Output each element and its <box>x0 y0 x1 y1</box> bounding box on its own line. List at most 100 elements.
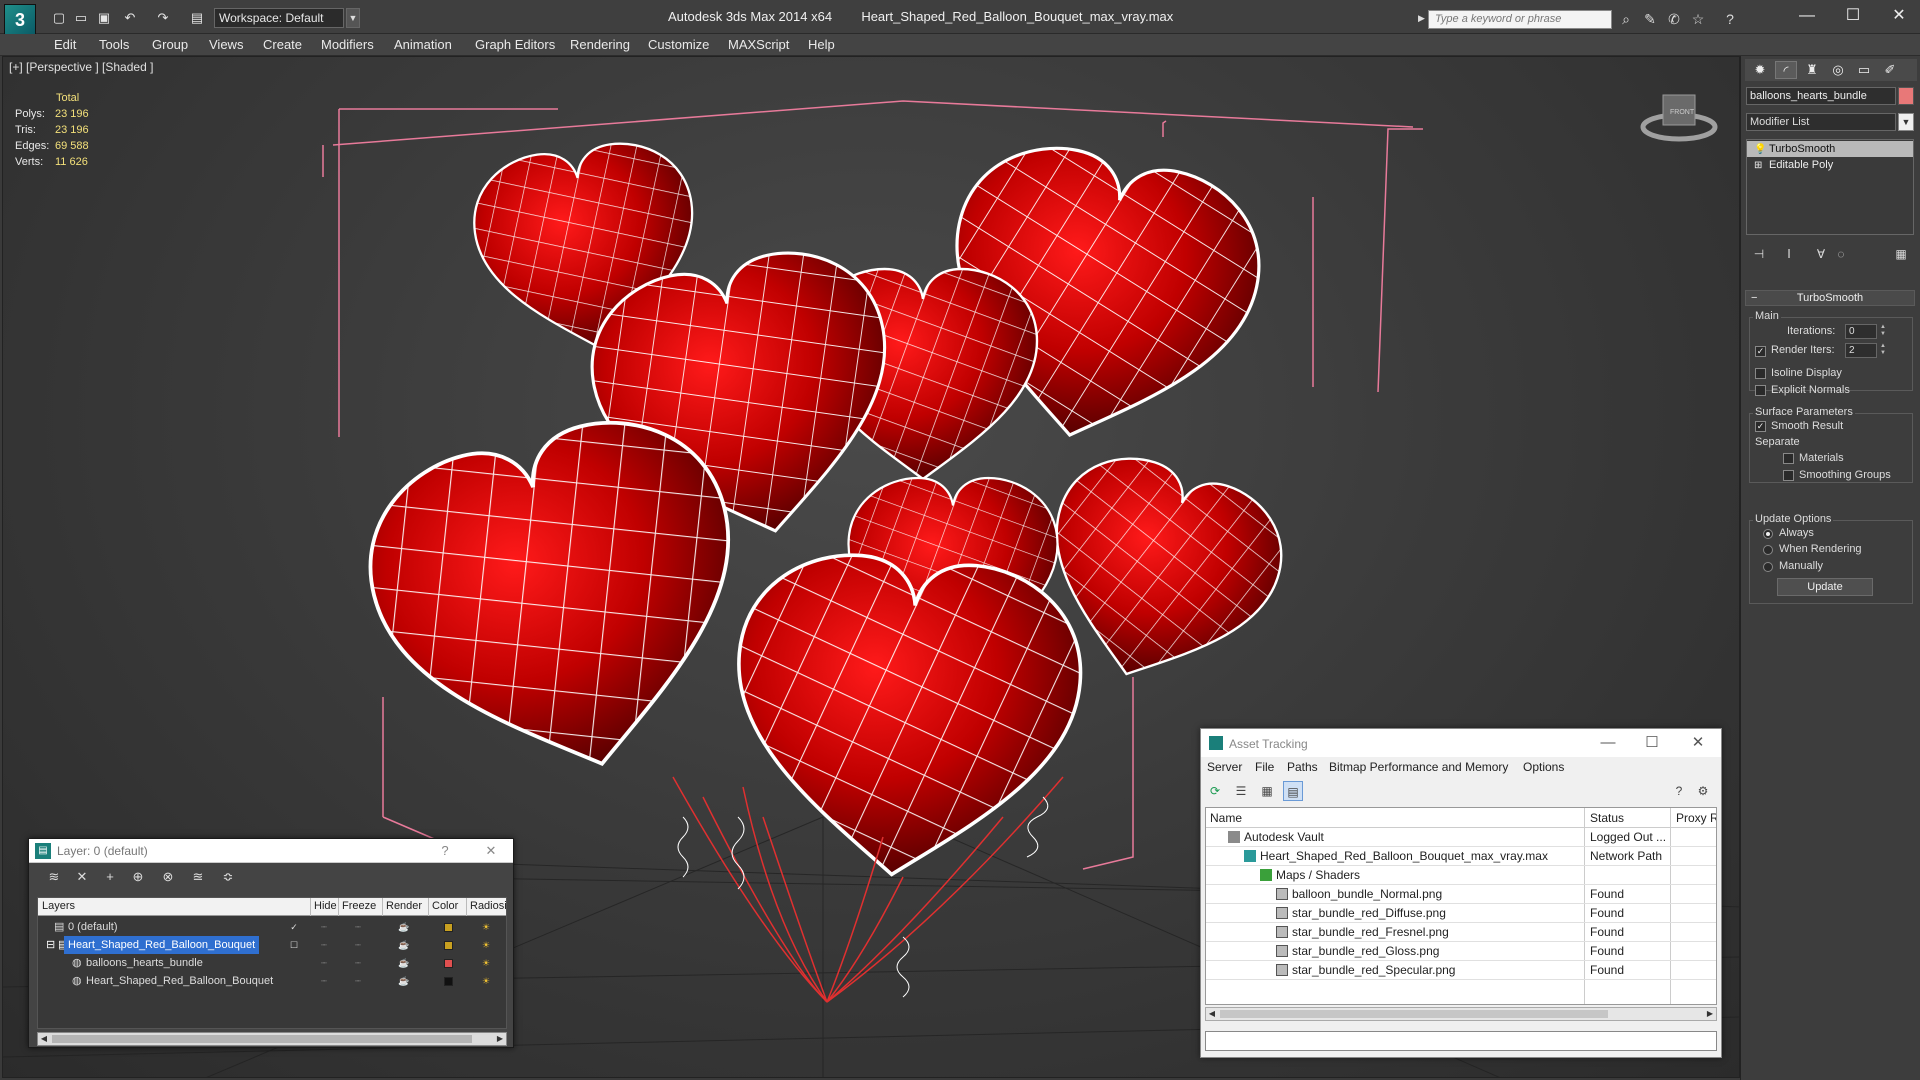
smooth-result-checkbox[interactable]: ✓ <box>1755 421 1766 432</box>
thumbnail-view-icon[interactable]: ▦ <box>1257 781 1277 801</box>
menu-customize[interactable]: Customize <box>648 37 709 52</box>
minimize-icon[interactable]: — <box>1591 732 1625 754</box>
collapse-icon[interactable]: − <box>1751 291 1757 305</box>
motion-tab-icon[interactable]: ◎ <box>1827 61 1849 79</box>
freeze-toggle[interactable]: ┈ <box>348 954 368 972</box>
heart-balloon-bouquet[interactable] <box>344 127 1302 892</box>
make-unique-icon[interactable]: ∀ <box>1811 244 1831 264</box>
freeze-all-icon[interactable]: ≎ <box>217 867 239 887</box>
menu-group[interactable]: Group <box>152 37 188 52</box>
column-header[interactable]: Layers <box>42 900 75 912</box>
menu-paths[interactable]: Paths <box>1287 760 1318 774</box>
expand-plus-icon[interactable]: ⊞ <box>1754 158 1762 174</box>
list-view-icon[interactable]: ☰ <box>1231 781 1251 801</box>
hide-toggle[interactable]: ┈ <box>314 972 334 990</box>
minimize-icon[interactable]: — <box>1784 4 1830 28</box>
render-toggle-icon[interactable]: ☕ <box>394 936 414 954</box>
column-header[interactable]: Radiosi <box>470 900 507 912</box>
object-color-swatch[interactable] <box>1898 87 1914 105</box>
refresh-icon[interactable]: ⟳ <box>1205 781 1225 801</box>
asset-row[interactable]: star_bundle_red_Specular.png Found <box>1206 961 1716 980</box>
lightbulb-icon[interactable]: 💡 <box>1754 142 1766 158</box>
menu-rendering[interactable]: Rendering <box>570 37 630 52</box>
create-layer-icon[interactable]: ≋ <box>43 867 65 887</box>
set-current-checkbox[interactable]: ☐ <box>286 936 302 954</box>
render-iters-spinner[interactable]: 2 <box>1845 343 1877 358</box>
maximize-icon[interactable]: ☐ <box>1635 732 1669 754</box>
configure-modifier-sets-icon[interactable]: ▦ <box>1891 244 1911 264</box>
dialog-title-bar[interactable]: ▤ Layer: 0 (default) ? ✕ <box>29 839 513 863</box>
hide-toggle[interactable]: ┈ <box>314 918 334 936</box>
layer-row[interactable]: ▤ 0 (default) ✓ ┈ ┈ ☕ ☀ <box>38 918 506 936</box>
add-to-layer-icon[interactable]: + <box>99 867 121 887</box>
column-header[interactable]: Status <box>1590 811 1624 825</box>
asset-row[interactable]: star_bundle_red_Gloss.png Found <box>1206 942 1716 961</box>
close-icon[interactable]: ✕ <box>1876 4 1920 28</box>
scroll-right-icon[interactable]: ▶ <box>494 1033 506 1045</box>
object-name-field[interactable]: balloons_hearts_bundle <box>1746 87 1896 105</box>
column-header[interactable]: Render <box>386 900 422 912</box>
column-divider[interactable] <box>428 898 429 916</box>
menu-bitmap-performance[interactable]: Bitmap Performance and Memory <box>1329 760 1508 774</box>
search-expand-icon[interactable]: ▶ <box>1418 13 1425 24</box>
spinner-arrows-icon[interactable]: ▲ ▼ <box>1879 343 1887 358</box>
menu-file[interactable]: File <box>1255 760 1274 774</box>
render-toggle-icon[interactable]: ☕ <box>394 972 414 990</box>
layer-color-swatch[interactable] <box>444 959 453 968</box>
close-icon[interactable]: ✕ <box>481 841 501 861</box>
table-view-icon[interactable]: ▤ <box>1283 781 1303 801</box>
subscription-icon[interactable]: ✎ <box>1640 10 1660 28</box>
smoothing-groups-checkbox[interactable] <box>1783 470 1794 481</box>
menu-server[interactable]: Server <box>1207 760 1242 774</box>
column-header[interactable]: Color <box>432 900 458 912</box>
pin-stack-icon[interactable]: ⊣ <box>1749 244 1769 264</box>
update-when-rendering-radio[interactable] <box>1763 545 1773 555</box>
spinner-arrows-icon[interactable]: ▲ ▼ <box>1879 324 1887 339</box>
layer-color-swatch[interactable] <box>444 941 453 950</box>
viewcube-icon[interactable]: FRONT <box>1640 94 1718 142</box>
layer-row[interactable]: ◍ Heart_Shaped_Red_Balloon_Bouquet ┈ ┈ ☕… <box>38 972 506 990</box>
maximize-icon[interactable]: ☐ <box>1830 4 1876 28</box>
chevron-down-icon[interactable]: ▼ <box>346 8 360 28</box>
asset-path-field[interactable] <box>1205 1031 1717 1051</box>
menu-options[interactable]: Options <box>1523 760 1564 774</box>
menu-modifiers[interactable]: Modifiers <box>321 37 374 52</box>
show-end-result-icon[interactable]: Ⅰ <box>1779 244 1799 264</box>
asset-row[interactable]: Maps / Shaders <box>1206 866 1716 885</box>
remove-modifier-icon[interactable]: ◌ <box>1831 244 1851 264</box>
highlight-layer-icon[interactable]: ⊗ <box>157 867 179 887</box>
viewport-label[interactable]: [+] [Perspective ] [Shaded ] <box>9 60 153 74</box>
scrollbar-thumb[interactable] <box>52 1035 472 1043</box>
turbosmooth-rollout-header[interactable]: − TurboSmooth <box>1745 290 1915 306</box>
chevron-down-icon[interactable]: ▼ <box>1898 113 1914 131</box>
menu-animation[interactable]: Animation <box>394 37 452 52</box>
radiosity-icon[interactable]: ☀ <box>476 936 496 954</box>
hide-all-icon[interactable]: ≊ <box>187 867 209 887</box>
freeze-toggle[interactable]: ┈ <box>348 918 368 936</box>
dialog-title-bar[interactable]: Asset Tracking — ☐ ✕ <box>1201 729 1721 757</box>
menu-help[interactable]: Help <box>808 37 835 52</box>
menu-maxscript[interactable]: MAXScript <box>728 37 789 52</box>
update-manually-radio[interactable] <box>1763 562 1773 572</box>
communication-icon[interactable]: ✆ <box>1664 10 1684 28</box>
column-divider[interactable] <box>466 898 467 916</box>
asset-row[interactable]: star_bundle_red_Diffuse.png Found <box>1206 904 1716 923</box>
explicit-normals-checkbox[interactable] <box>1755 385 1766 396</box>
radiosity-icon[interactable]: ☀ <box>476 972 496 990</box>
hide-toggle[interactable]: ┈ <box>314 936 334 954</box>
menu-tools[interactable]: Tools <box>99 37 129 52</box>
current-layer-check-icon[interactable]: ✓ <box>286 918 302 936</box>
delete-layer-icon[interactable]: ✕ <box>71 867 93 887</box>
help-icon[interactable]: ? <box>1720 10 1740 28</box>
horizontal-scrollbar[interactable]: ◀ ▶ <box>1205 1007 1717 1021</box>
undo-icon[interactable]: ↶ <box>121 9 139 26</box>
app-logo-button[interactable]: 3 <box>4 4 36 36</box>
workspace-dropdown[interactable]: Workspace: Default <box>214 8 344 28</box>
new-file-icon[interactable]: ▢ <box>50 9 68 26</box>
column-header[interactable]: Name <box>1210 811 1242 825</box>
asset-row[interactable]: Heart_Shaped_Red_Balloon_Bouquet_max_vra… <box>1206 847 1716 866</box>
scroll-left-icon[interactable]: ◀ <box>1206 1008 1218 1020</box>
redo-icon[interactable]: ↷ <box>154 9 172 26</box>
close-icon[interactable]: ✕ <box>1681 732 1715 754</box>
open-file-icon[interactable]: ▭ <box>72 9 90 26</box>
